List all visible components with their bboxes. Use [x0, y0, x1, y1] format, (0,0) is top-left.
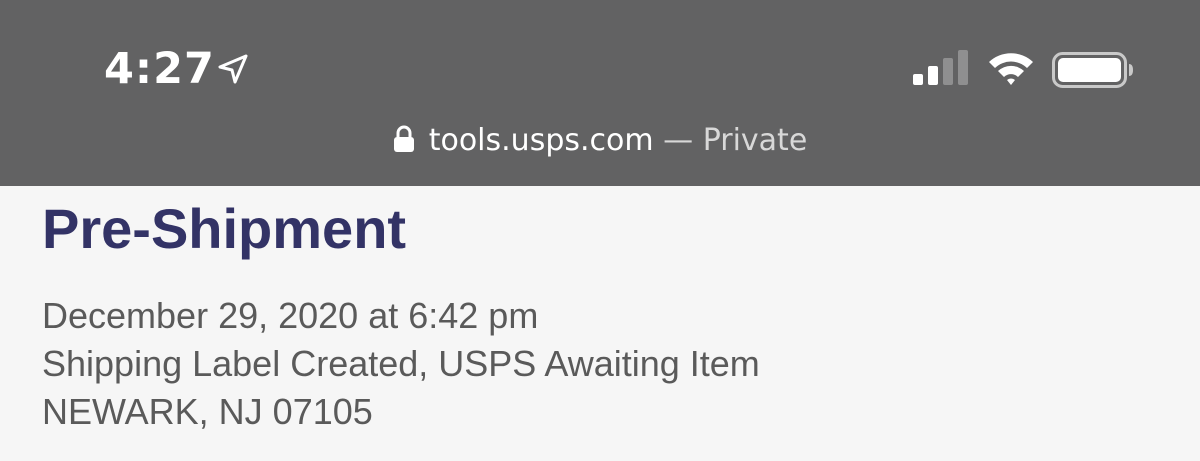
private-mode-label: Private [702, 123, 808, 158]
lock-icon [393, 125, 414, 152]
url-host: tools.usps.com [428, 123, 654, 158]
event-description: Shipping Label Created, USPS Awaiting It… [42, 343, 760, 384]
location-arrow-icon [218, 54, 248, 84]
url-separator: — [653, 123, 703, 158]
status-time: 4:27 [104, 44, 215, 94]
event-location: NEWARK, NJ 07105 [42, 391, 373, 432]
event-datetime: December 29, 2020 at 6:42 pm [42, 295, 539, 336]
battery-icon [1052, 52, 1133, 88]
phone-screen: 4:27 tools.usps.com — Private Pre-Shipme… [0, 0, 1200, 461]
cellular-signal-icon [913, 50, 968, 85]
wifi-icon [989, 53, 1033, 85]
address-bar[interactable]: tools.usps.com — Private [0, 118, 1200, 164]
status-title: Pre-Shipment [42, 197, 407, 260]
browser-top-bar: 4:27 tools.usps.com — Private [0, 0, 1200, 186]
